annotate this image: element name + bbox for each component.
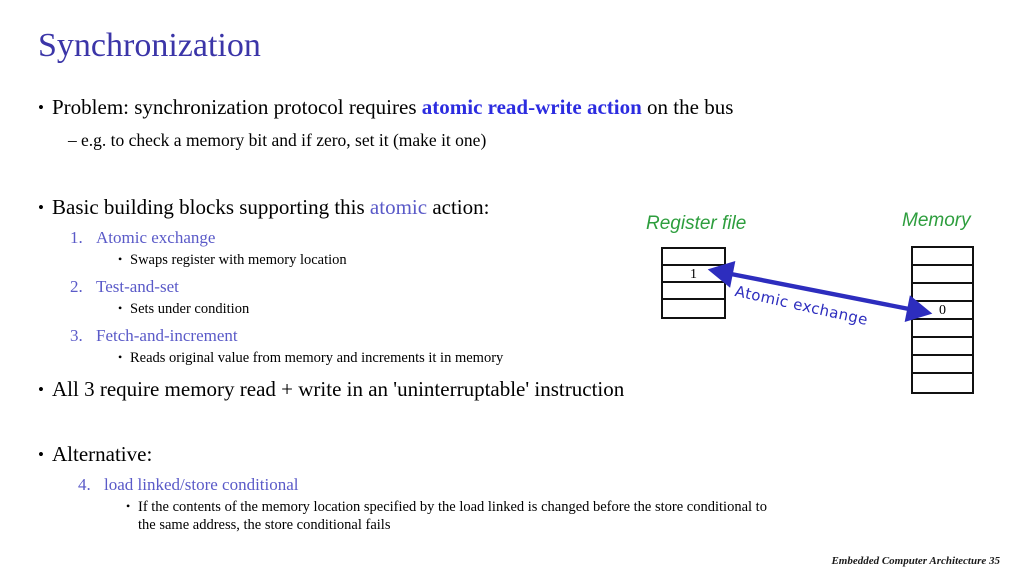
bullet-alternative: • Alternative:	[38, 441, 152, 468]
numbered-item-test-and-set: 2. Test-and-set	[70, 276, 179, 297]
subbullet-text: Swaps register with memory location	[130, 252, 347, 268]
subbullet-fetch-and-increment: • Reads original value from memory and in…	[118, 348, 503, 367]
numbered-item-fetch-and-increment: 3. Fetch-and-increment	[70, 325, 238, 346]
page-title: Synchronization	[38, 27, 261, 64]
bullet-basic-blocks-text-before: Basic building blocks supporting this	[52, 195, 370, 219]
bullet-basic-blocks-text-after: action:	[427, 195, 490, 219]
item-number: 4.	[78, 475, 91, 494]
item-number: 2.	[70, 277, 83, 296]
bullet-glyph: •	[118, 301, 123, 315]
item-label: load linked/store conditional	[104, 475, 299, 494]
bullet-glyph: •	[38, 98, 44, 117]
bullet-glyph: •	[38, 445, 44, 464]
bullet-all-three-text: All 3 require memory read + write in an …	[52, 377, 625, 401]
item-number: 3.	[70, 326, 83, 345]
numbered-item-atomic-exchange: 1. Atomic exchange	[70, 227, 215, 248]
subbullet-test-and-set: • Sets under condition	[118, 299, 249, 318]
bullet-glyph: •	[118, 252, 123, 266]
bullet-all-three: • All 3 require memory read + write in an…	[38, 376, 624, 403]
subbullet-atomic-exchange: • Swaps register with memory location	[118, 250, 347, 269]
subbullet-problem-example: – e.g. to check a memory bit and if zero,…	[68, 129, 486, 151]
bullet-problem-text-after: on the bus	[641, 95, 734, 119]
subbullet-text-line1: If the contents of the memory location s…	[138, 499, 767, 515]
bullet-glyph: •	[38, 380, 44, 399]
subbullet-text-line2: the same address, the store conditional …	[138, 517, 391, 533]
atomic-exchange-diagram: Register file Memory 1 0 Atomic exchange	[630, 205, 1024, 405]
item-label: Atomic exchange	[96, 228, 216, 247]
bullet-problem-text-before: Problem: synchronization protocol requir…	[52, 95, 422, 119]
bullet-problem: • Problem: synchronization protocol requi…	[38, 94, 733, 121]
bullet-basic-blocks-emphasis: atomic	[369, 195, 428, 219]
bullet-glyph: •	[126, 499, 131, 513]
bullet-problem-emphasis: atomic read-write action	[421, 95, 642, 119]
subbullet-text: Sets under condition	[130, 301, 250, 317]
bullet-glyph: •	[38, 198, 44, 217]
numbered-item-load-linked-store-conditional: 4. load linked/store conditional	[78, 474, 299, 495]
subbullet-load-linked: • If the contents of the memory location …	[126, 497, 767, 534]
bullet-alternative-text: Alternative:	[52, 442, 153, 466]
dash-glyph: –	[68, 130, 77, 150]
subbullet-problem-example-text: e.g. to check a memory bit and if zero, …	[81, 130, 487, 150]
slide-footer: Embedded Computer Architecture 35	[831, 555, 1000, 567]
bullet-glyph: •	[118, 350, 123, 364]
bullet-basic-blocks: • Basic building blocks supporting this a…	[38, 194, 489, 221]
subbullet-text: Reads original value from memory and inc…	[130, 350, 504, 366]
item-number: 1.	[70, 228, 83, 247]
item-label: Test-and-set	[96, 277, 179, 296]
item-label: Fetch-and-increment	[96, 326, 238, 345]
slide-canvas: Synchronization • Problem: synchronizatio…	[0, 0, 1024, 576]
